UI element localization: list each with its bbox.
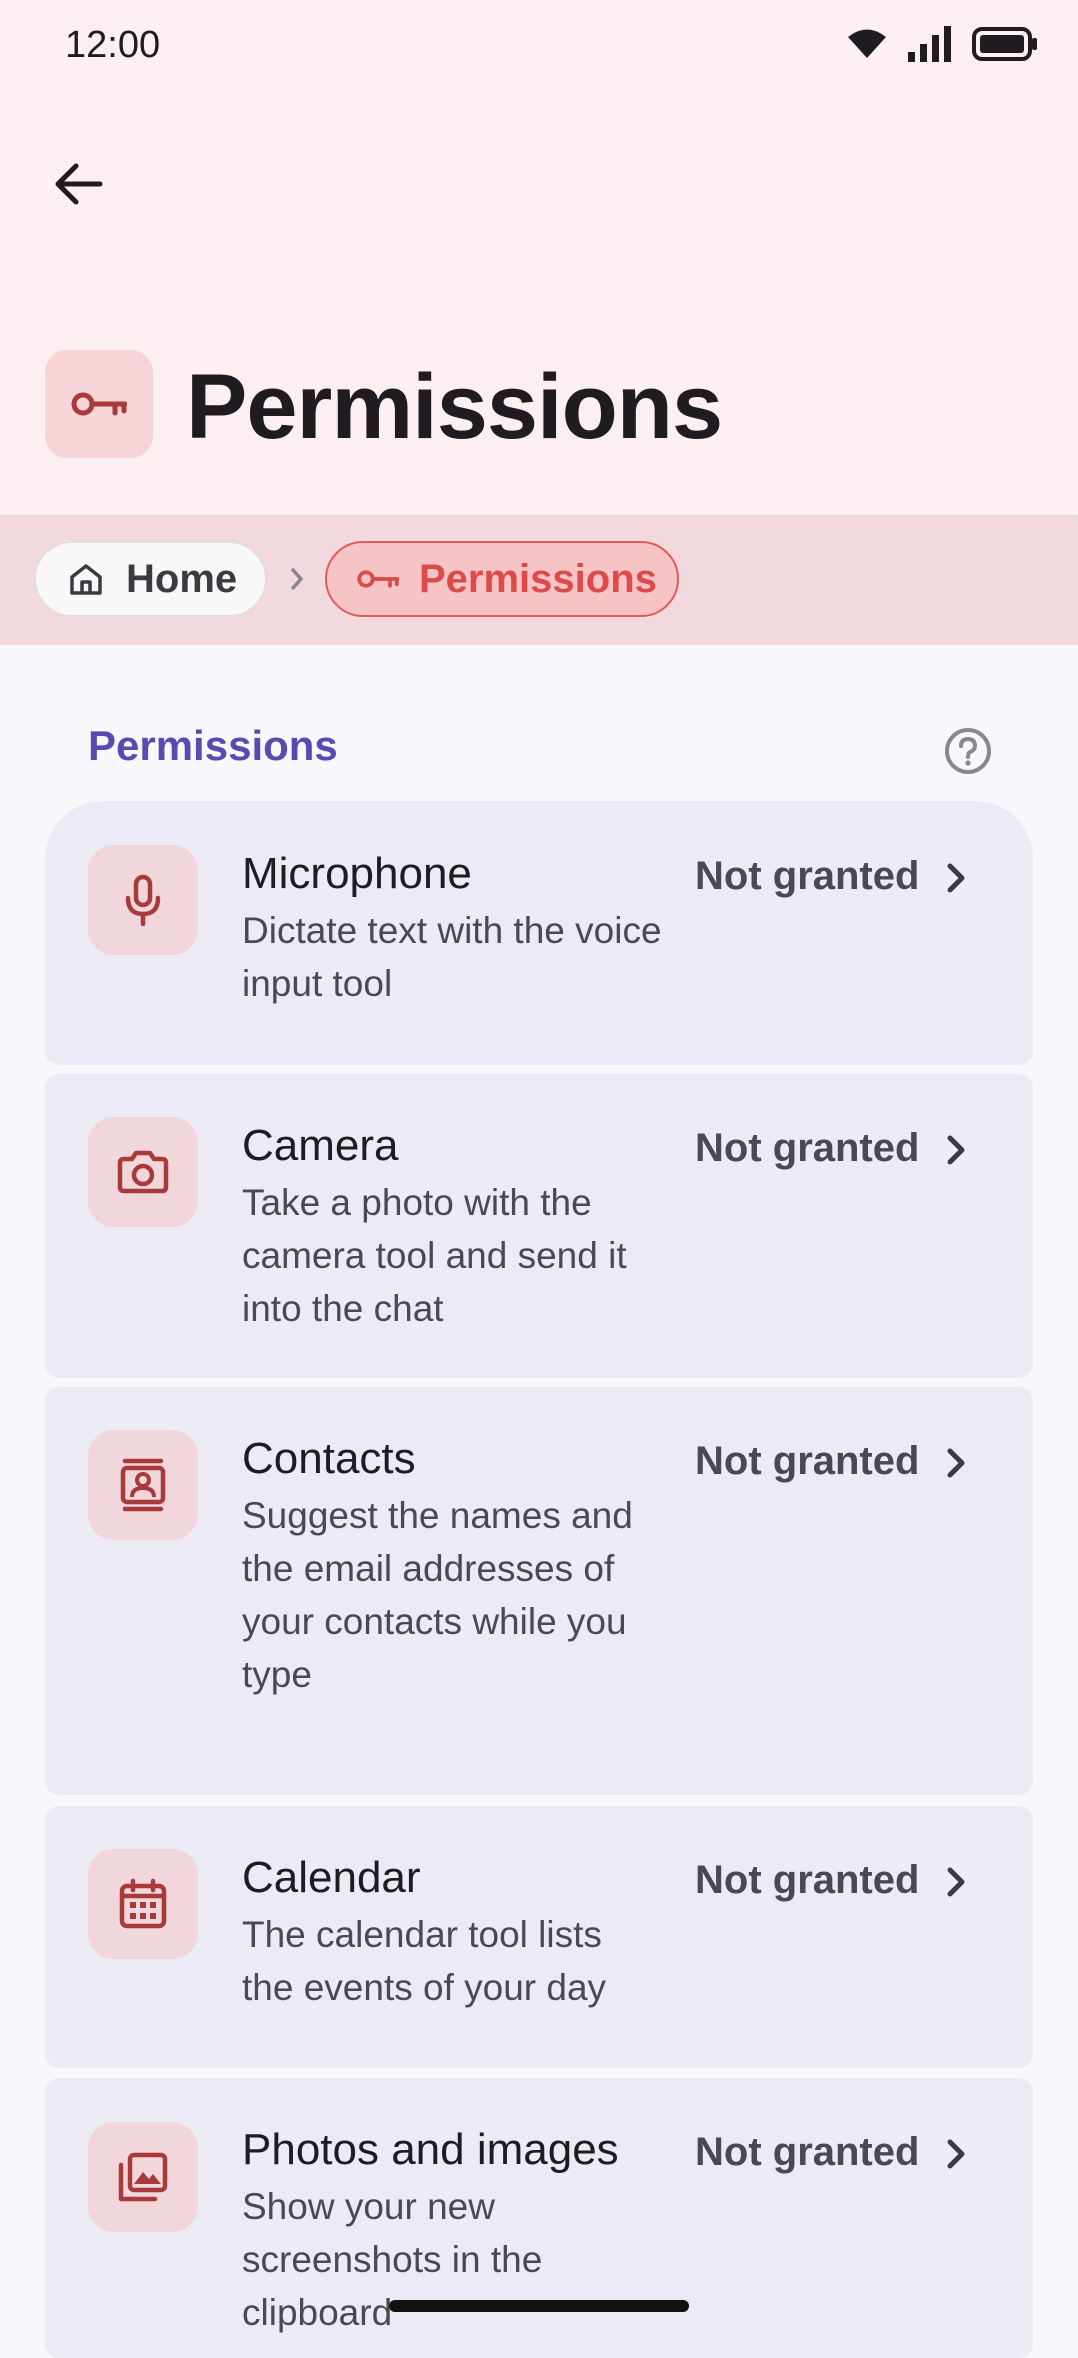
permission-status: Not granted	[695, 1439, 920, 1483]
contacts-icon	[120, 1458, 166, 1512]
chevron-right-icon	[947, 1448, 965, 1478]
calendar-icon	[119, 1878, 167, 1929]
permission-card-contacts[interactable]: Contacts Suggest the names and the email…	[45, 1387, 1033, 1795]
chevron-right-icon	[947, 1135, 965, 1165]
photos-icon	[118, 2152, 168, 2202]
signal-icon	[908, 26, 951, 62]
key-icon	[71, 392, 127, 416]
permission-description: Take a photo with the camera tool and se…	[242, 1182, 627, 1329]
back-arrow-icon[interactable]	[48, 150, 108, 210]
permission-description: Show your new screenshots in the clipboa…	[242, 2186, 543, 2333]
status-time: 12:00	[65, 24, 161, 66]
permission-title: Microphone	[242, 849, 472, 898]
status-icons	[846, 26, 1038, 62]
permission-status: Not granted	[695, 1858, 920, 1902]
page-title: Permissions	[186, 356, 723, 458]
permission-status: Not granted	[695, 2130, 920, 2174]
chevron-right-icon	[947, 1867, 965, 1897]
battery-icon	[972, 27, 1037, 61]
permission-description: Dictate text with the voice input tool	[242, 910, 662, 1004]
permission-title: Contacts	[242, 1434, 416, 1483]
permission-card-photos[interactable]: Photos and images Show your new screensh…	[45, 2078, 1033, 2358]
permission-icon-tile	[88, 1117, 198, 1227]
breadcrumb-separator-icon	[291, 568, 303, 590]
help-icon[interactable]	[944, 727, 992, 775]
breadcrumb-home-label: Home	[126, 556, 238, 601]
breadcrumb-current[interactable]: Permissions	[325, 541, 679, 617]
permission-icon-tile	[88, 1430, 198, 1540]
chevron-right-icon	[947, 2139, 965, 2169]
permission-title: Camera	[242, 1121, 399, 1170]
home-icon	[70, 564, 102, 595]
permission-icon-tile	[88, 845, 198, 955]
permission-title: Calendar	[242, 1853, 421, 1902]
permission-description: The calendar tool lists the events of yo…	[242, 1914, 607, 2008]
key-icon	[357, 570, 399, 588]
permission-icon-tile	[88, 1849, 198, 1959]
section-label: Permissions	[88, 722, 338, 769]
permission-card-microphone[interactable]: Microphone Dictate text with the voice i…	[45, 801, 1033, 1065]
breadcrumb-current-label: Permissions	[419, 556, 657, 601]
permission-description: Suggest the names and the email addresse…	[242, 1495, 633, 1695]
permission-status: Not granted	[695, 854, 920, 898]
wifi-icon	[848, 29, 886, 58]
chevron-right-icon	[947, 863, 965, 893]
permission-title: Photos and images	[242, 2125, 619, 2174]
breadcrumb-home[interactable]: Home	[34, 541, 267, 617]
microphone-icon	[125, 874, 161, 926]
permission-card-calendar[interactable]: Calendar The calendar tool lists the eve…	[45, 1806, 1033, 2068]
permissions-key-icon-tile	[45, 350, 153, 458]
camera-icon	[117, 1150, 169, 1194]
home-indicator[interactable]	[389, 2300, 689, 2312]
permission-status: Not granted	[695, 1126, 920, 1170]
permission-icon-tile	[88, 2122, 198, 2232]
permission-card-camera[interactable]: Camera Take a photo with the camera tool…	[45, 1074, 1033, 1378]
